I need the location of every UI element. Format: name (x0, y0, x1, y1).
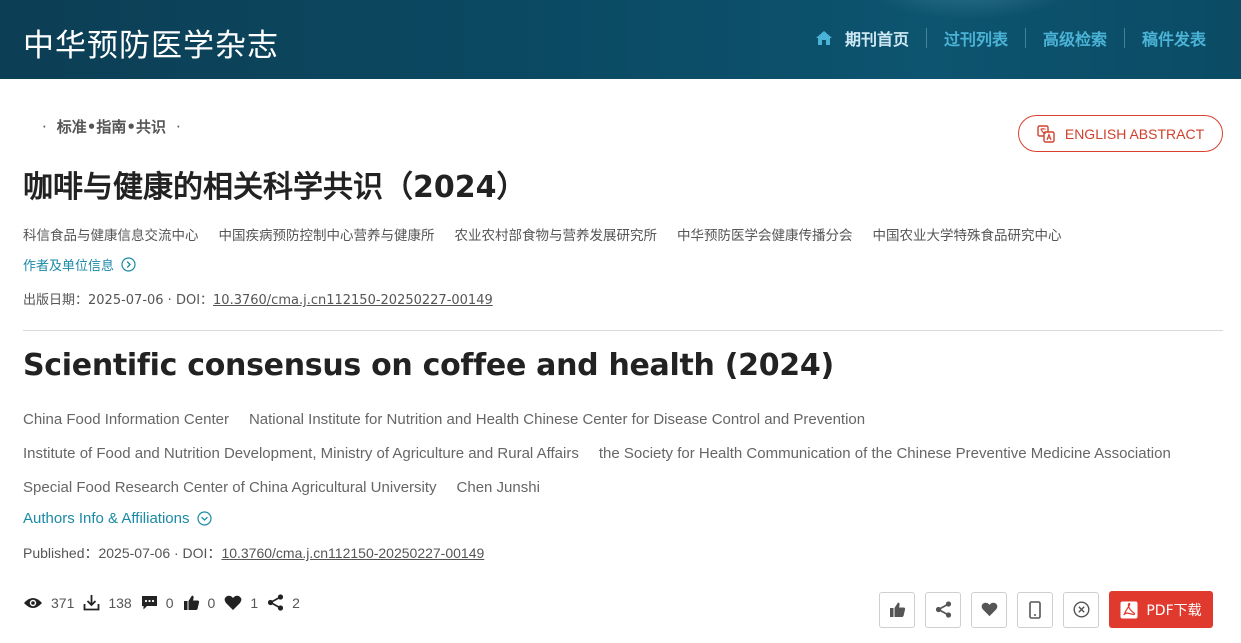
en-publish-info: Published：2025-07-06 · DOI：10.3760/cma.j… (23, 543, 484, 563)
stat-views-value: 371 (51, 594, 75, 611)
site-header: 中华预防医学杂志 期刊首页 过刊列表 高级检索 稿件发表 (0, 0, 1241, 79)
pdf-icon (1120, 601, 1138, 618)
section-divider (23, 330, 1223, 331)
en-affiliation[interactable]: the Society for Health Communication of … (599, 445, 1171, 462)
stat-favorites-value: 1 (250, 594, 259, 611)
en-affiliations-row-1: China Food Information Center National I… (23, 411, 885, 428)
cn-affiliations: 科信食品与健康信息交流中心 中国疾病预防控制中心营养与健康所 农业农村部食物与营… (23, 224, 1082, 244)
share-icon (268, 594, 284, 611)
nav-archive[interactable]: 过刊列表 (925, 28, 1025, 49)
column-dot-left: · (42, 118, 47, 136)
chevron-right-circle-icon (121, 257, 136, 272)
en-author[interactable]: Chen Junshi (457, 479, 540, 496)
stat-comments: 0 (141, 594, 174, 611)
pdf-download-button[interactable]: PDF下载 (1109, 591, 1213, 628)
article-actions: PDF下载 (879, 591, 1213, 628)
nav-advanced-search-label: 高级检索 (1042, 30, 1107, 49)
phone-icon (1029, 600, 1041, 619)
stat-downloads: 138 (83, 594, 132, 611)
en-affiliation[interactable]: National Institute for Nutrition and Hea… (249, 411, 865, 428)
stat-likes: 0 (183, 594, 216, 611)
heart-icon (981, 602, 997, 617)
nav-home[interactable]: 期刊首页 (798, 28, 926, 49)
download-icon (83, 595, 100, 611)
cn-affiliation[interactable]: 科信食品与健康信息交流中心 (23, 224, 199, 244)
en-affiliation[interactable]: Special Food Research Center of China Ag… (23, 479, 437, 496)
main-nav: 期刊首页 过刊列表 高级检索 稿件发表 (798, 28, 1223, 49)
eye-icon (24, 597, 42, 608)
stat-shares: 2 (267, 594, 300, 611)
like-button[interactable] (879, 591, 915, 628)
nav-home-label: 期刊首页 (844, 30, 909, 49)
favorite-button[interactable] (971, 591, 1007, 628)
en-article-title: Scientific consensus on coffee and healt… (23, 348, 834, 383)
cn-affiliation[interactable]: 农业农村部食物与营养发展研究所 (455, 224, 658, 244)
chevron-down-circle-icon (196, 511, 212, 526)
header-glow (860, 0, 1080, 20)
en-affiliation[interactable]: Institute of Food and Nutrition Developm… (23, 445, 579, 462)
cn-doi-link[interactable]: 10.3760/cma.j.cn112150-20250227-00149 (213, 293, 493, 308)
cn-affiliation[interactable]: 中国农业大学特殊食品研究中心 (873, 224, 1062, 244)
translate-icon (1037, 124, 1055, 143)
thumbs-up-icon (889, 602, 905, 617)
column-dot-right: · (175, 118, 181, 136)
column-label: 标准•指南•共识 (56, 118, 166, 136)
cn-article-title: 咖啡与健康的相关科学共识（2024） (23, 170, 527, 205)
stat-comments-value: 0 (165, 594, 174, 611)
home-icon (815, 31, 832, 45)
thumbs-up-icon (183, 595, 199, 610)
english-abstract-button[interactable]: ENGLISH ABSTRACT (1018, 115, 1223, 152)
nav-submission[interactable]: 稿件发表 (1123, 28, 1223, 49)
close-button[interactable] (1063, 591, 1099, 628)
stat-likes-value: 0 (207, 594, 216, 611)
article-stats: 371 138 0 0 1 2 (23, 594, 309, 611)
stat-shares-value: 2 (292, 594, 300, 611)
stat-downloads-value: 138 (108, 594, 132, 611)
nav-advanced-search[interactable]: 高级检索 (1024, 28, 1124, 49)
share-button[interactable] (925, 591, 961, 628)
journal-brand[interactable]: 中华预防医学杂志 (23, 20, 279, 65)
english-abstract-label: ENGLISH ABSTRACT (1064, 125, 1205, 142)
nav-archive-label: 过刊列表 (943, 30, 1008, 49)
en-publish-prefix: Published：2025-07-06 · DOI： (23, 545, 222, 561)
cn-publish-info: 出版日期：2025-07-06 · DOI：10.3760/cma.j.cn11… (23, 289, 493, 308)
cn-authors-toggle[interactable]: 作者及单位信息 (23, 255, 136, 274)
share-icon (935, 601, 951, 618)
en-authors-toggle[interactable]: Authors Info & Affiliations (23, 510, 212, 527)
column-tag: · 标准•指南•共识 · (32, 116, 191, 137)
mobile-view-button[interactable] (1017, 591, 1053, 628)
close-circle-icon (1072, 601, 1090, 618)
stat-favorites: 1 (224, 595, 258, 611)
en-affiliation[interactable]: China Food Information Center (23, 411, 229, 428)
cn-affiliation[interactable]: 中华预防医学会健康传播分会 (677, 224, 853, 244)
heart-icon (224, 595, 242, 610)
en-affiliations-row-3: Special Food Research Center of China Ag… (23, 479, 560, 496)
stat-views: 371 (23, 595, 74, 611)
pdf-download-label: PDF下载 (1146, 602, 1202, 619)
comment-icon (141, 596, 157, 610)
nav-submission-label: 稿件发表 (1141, 30, 1206, 49)
en-affiliations-row-2: Institute of Food and Nutrition Developm… (23, 445, 1191, 462)
en-doi-link[interactable]: 10.3760/cma.j.cn112150-20250227-00149 (221, 545, 484, 561)
cn-authors-toggle-label: 作者及单位信息 (23, 259, 115, 274)
cn-affiliation[interactable]: 中国疾病预防控制中心营养与健康所 (219, 224, 435, 244)
cn-publish-prefix: 出版日期：2025-07-06 · DOI： (23, 293, 214, 308)
en-authors-toggle-label: Authors Info & Affiliations (23, 510, 190, 527)
